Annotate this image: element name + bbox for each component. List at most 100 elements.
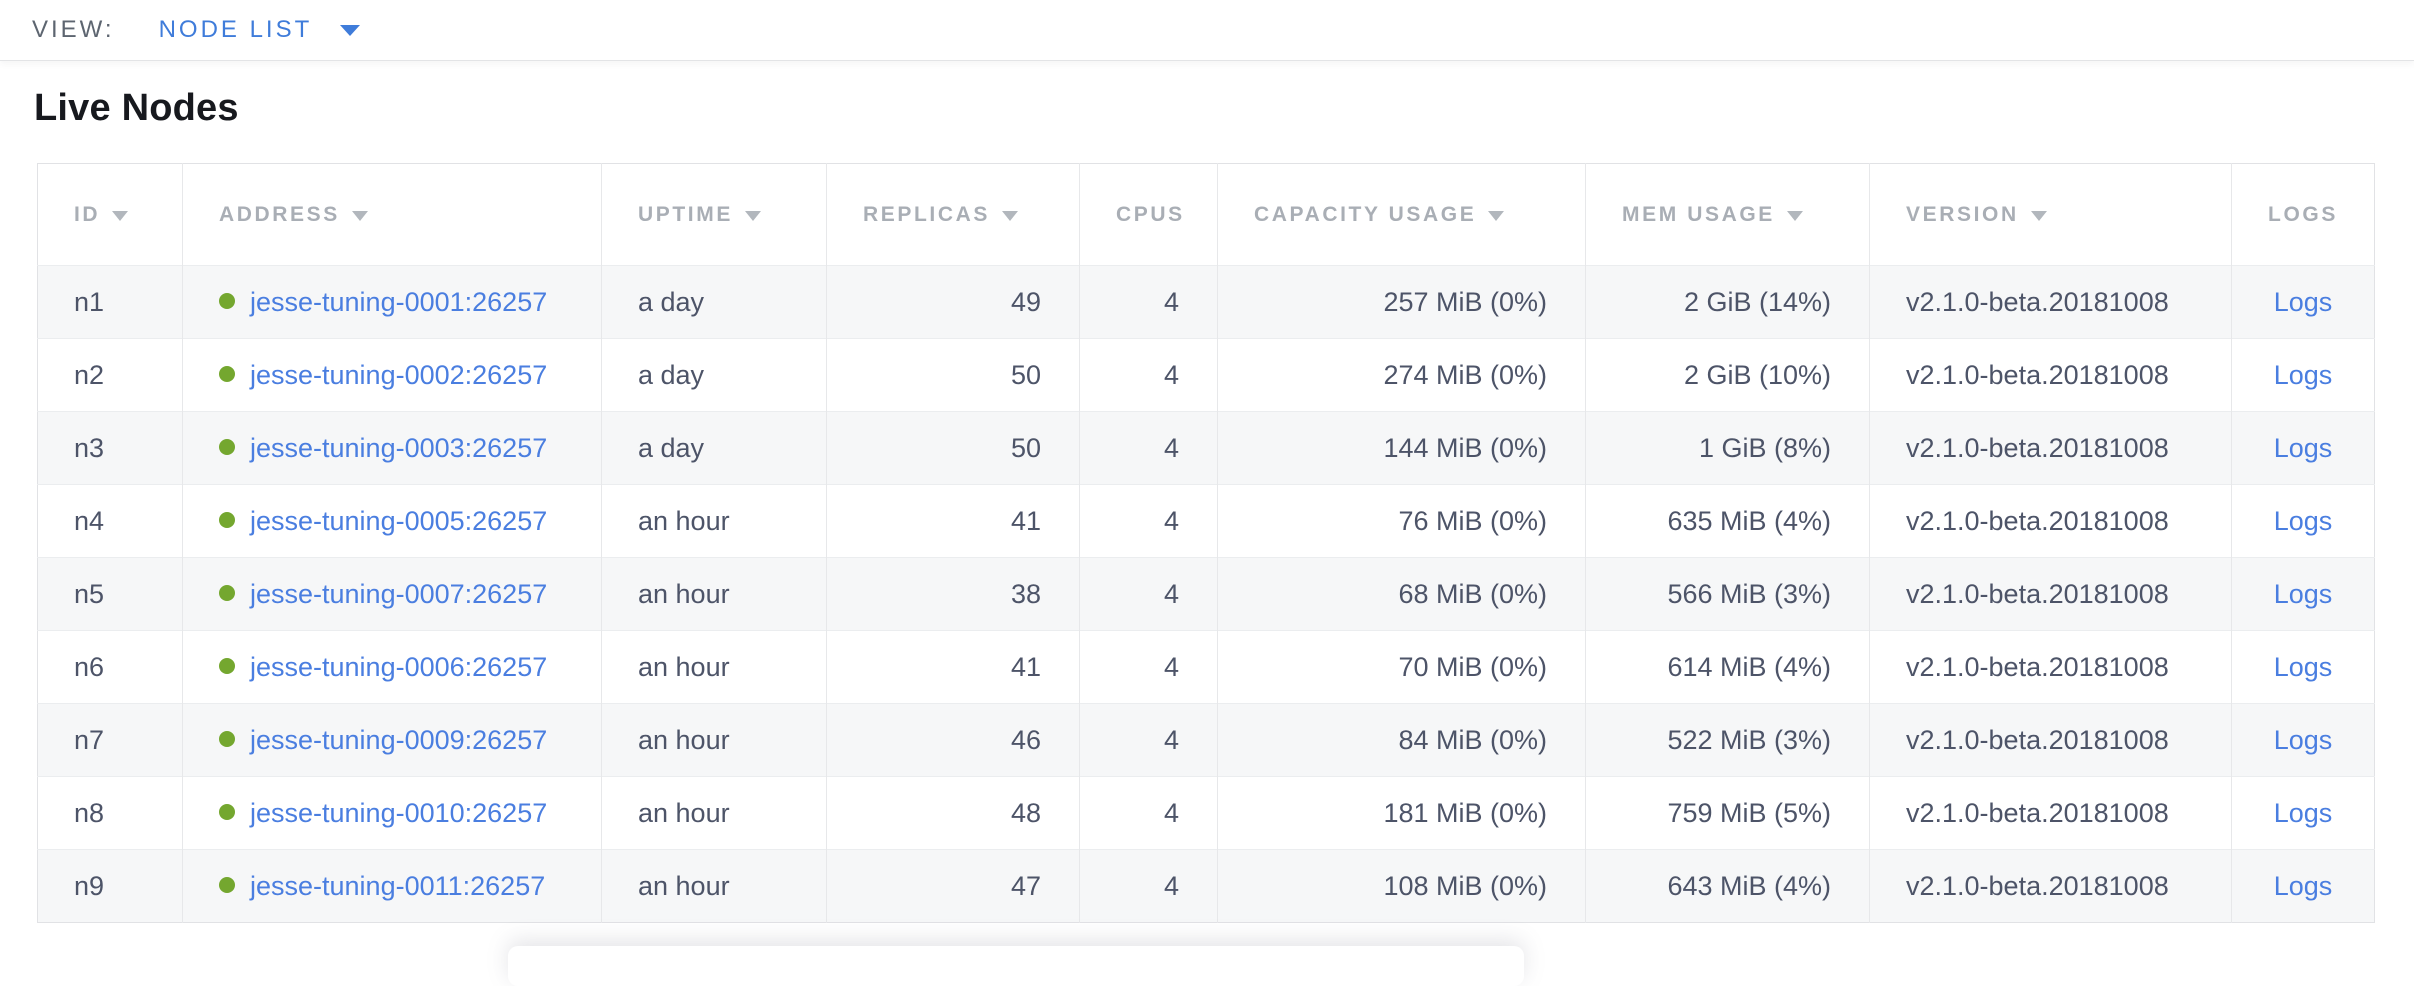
mem-usage-cell: 2 GiB (10%): [1586, 339, 1870, 412]
mem-usage-cell: 1 GiB (8%): [1586, 412, 1870, 485]
sort-desc-icon: [1787, 211, 1803, 221]
node-address-cell: jesse-tuning-0011:26257: [183, 850, 602, 923]
node-id-cell: n4: [38, 485, 183, 558]
capacity-usage-cell: 181 MiB (0%): [1218, 777, 1586, 850]
page-title: Live Nodes: [34, 86, 2414, 130]
node-address-link[interactable]: jesse-tuning-0010:26257: [250, 798, 547, 828]
replicas-cell: 50: [827, 412, 1080, 485]
cpus-cell: 4: [1080, 412, 1218, 485]
logs-cell: Logs: [2232, 777, 2375, 850]
sort-desc-icon: [2031, 211, 2047, 221]
table-row: n2 jesse-tuning-0002:26257 a day 50 4 27…: [38, 339, 2375, 412]
capacity-usage-cell: 274 MiB (0%): [1218, 339, 1586, 412]
uptime-cell: an hour: [602, 631, 827, 704]
uptime-cell: a day: [602, 412, 827, 485]
node-address-cell: jesse-tuning-0010:26257: [183, 777, 602, 850]
capacity-usage-cell: 68 MiB (0%): [1218, 558, 1586, 631]
capacity-usage-cell: 84 MiB (0%): [1218, 704, 1586, 777]
view-bar: VIEW: NODE LIST: [0, 0, 2414, 61]
logs-link[interactable]: Logs: [2274, 871, 2333, 901]
column-header-id[interactable]: ID: [38, 164, 183, 266]
logs-link[interactable]: Logs: [2274, 652, 2333, 682]
node-address-link[interactable]: jesse-tuning-0006:26257: [250, 652, 547, 682]
mem-usage-cell: 2 GiB (14%): [1586, 266, 1870, 339]
node-id-cell: n2: [38, 339, 183, 412]
table-row: n4 jesse-tuning-0005:26257 an hour 41 4 …: [38, 485, 2375, 558]
node-address-cell: jesse-tuning-0005:26257: [183, 485, 602, 558]
sort-desc-icon: [1002, 211, 1018, 221]
sort-desc-icon: [352, 211, 368, 221]
logs-link[interactable]: Logs: [2274, 433, 2333, 463]
cpus-cell: 4: [1080, 558, 1218, 631]
sort-desc-icon: [112, 211, 128, 221]
replicas-cell: 48: [827, 777, 1080, 850]
node-address-link[interactable]: jesse-tuning-0011:26257: [250, 871, 545, 901]
logs-link[interactable]: Logs: [2274, 506, 2333, 536]
capacity-usage-cell: 76 MiB (0%): [1218, 485, 1586, 558]
version-cell: v2.1.0-beta.20181008: [1870, 704, 2232, 777]
logs-cell: Logs: [2232, 339, 2375, 412]
node-address-cell: jesse-tuning-0003:26257: [183, 412, 602, 485]
cpus-cell: 4: [1080, 266, 1218, 339]
replicas-cell: 38: [827, 558, 1080, 631]
node-id-cell: n1: [38, 266, 183, 339]
node-health-icon: [219, 731, 235, 747]
logs-link[interactable]: Logs: [2274, 725, 2333, 755]
version-cell: v2.1.0-beta.20181008: [1870, 339, 2232, 412]
uptime-cell: an hour: [602, 485, 827, 558]
column-label: ID: [74, 203, 100, 226]
version-cell: v2.1.0-beta.20181008: [1870, 631, 2232, 704]
node-health-icon: [219, 658, 235, 674]
replicas-cell: 47: [827, 850, 1080, 923]
logs-cell: Logs: [2232, 558, 2375, 631]
view-selector-dropdown[interactable]: NODE LIST: [159, 16, 361, 44]
version-cell: v2.1.0-beta.20181008: [1870, 412, 2232, 485]
column-label: CAPACITY USAGE: [1254, 203, 1476, 226]
node-id-cell: n5: [38, 558, 183, 631]
column-header-address[interactable]: ADDRESS: [183, 164, 602, 266]
column-header-mem-usage[interactable]: MEM USAGE: [1586, 164, 1870, 266]
node-address-link[interactable]: jesse-tuning-0001:26257: [250, 287, 547, 317]
node-address-cell: jesse-tuning-0002:26257: [183, 339, 602, 412]
column-header-version[interactable]: VERSION: [1870, 164, 2232, 266]
table-row: n5 jesse-tuning-0007:26257 an hour 38 4 …: [38, 558, 2375, 631]
column-header-capacity-usage[interactable]: CAPACITY USAGE: [1218, 164, 1586, 266]
table-row: n1 jesse-tuning-0001:26257 a day 49 4 25…: [38, 266, 2375, 339]
node-address-cell: jesse-tuning-0009:26257: [183, 704, 602, 777]
node-id-cell: n9: [38, 850, 183, 923]
logs-cell: Logs: [2232, 704, 2375, 777]
logs-link[interactable]: Logs: [2274, 798, 2333, 828]
node-health-icon: [219, 293, 235, 309]
node-address-link[interactable]: jesse-tuning-0009:26257: [250, 725, 547, 755]
version-cell: v2.1.0-beta.20181008: [1870, 558, 2232, 631]
version-cell: v2.1.0-beta.20181008: [1870, 777, 2232, 850]
node-health-icon: [219, 366, 235, 382]
cpus-cell: 4: [1080, 631, 1218, 704]
node-address-link[interactable]: jesse-tuning-0003:26257: [250, 433, 547, 463]
live-nodes-table: ID ADDRESS UPTIME REPLICAS CPUS CAPACITY…: [37, 163, 2375, 923]
cpus-cell: 4: [1080, 777, 1218, 850]
replicas-cell: 41: [827, 485, 1080, 558]
column-header-replicas[interactable]: REPLICAS: [827, 164, 1080, 266]
node-health-icon: [219, 585, 235, 601]
capacity-usage-cell: 257 MiB (0%): [1218, 266, 1586, 339]
mem-usage-cell: 614 MiB (4%): [1586, 631, 1870, 704]
column-header-uptime[interactable]: UPTIME: [602, 164, 827, 266]
logs-link[interactable]: Logs: [2274, 287, 2333, 317]
node-id-cell: n3: [38, 412, 183, 485]
node-address-link[interactable]: jesse-tuning-0007:26257: [250, 579, 547, 609]
logs-cell: Logs: [2232, 412, 2375, 485]
node-id-cell: n8: [38, 777, 183, 850]
node-address-cell: jesse-tuning-0007:26257: [183, 558, 602, 631]
logs-link[interactable]: Logs: [2274, 579, 2333, 609]
node-address-link[interactable]: jesse-tuning-0005:26257: [250, 506, 547, 536]
node-address-cell: jesse-tuning-0001:26257: [183, 266, 602, 339]
replicas-cell: 41: [827, 631, 1080, 704]
logs-link[interactable]: Logs: [2274, 360, 2333, 390]
node-address-link[interactable]: jesse-tuning-0002:26257: [250, 360, 547, 390]
node-health-icon: [219, 804, 235, 820]
column-header-logs: LOGS: [2232, 164, 2375, 266]
table-header-row: ID ADDRESS UPTIME REPLICAS CPUS CAPACITY…: [38, 164, 2375, 266]
mem-usage-cell: 566 MiB (3%): [1586, 558, 1870, 631]
table-row: n6 jesse-tuning-0006:26257 an hour 41 4 …: [38, 631, 2375, 704]
